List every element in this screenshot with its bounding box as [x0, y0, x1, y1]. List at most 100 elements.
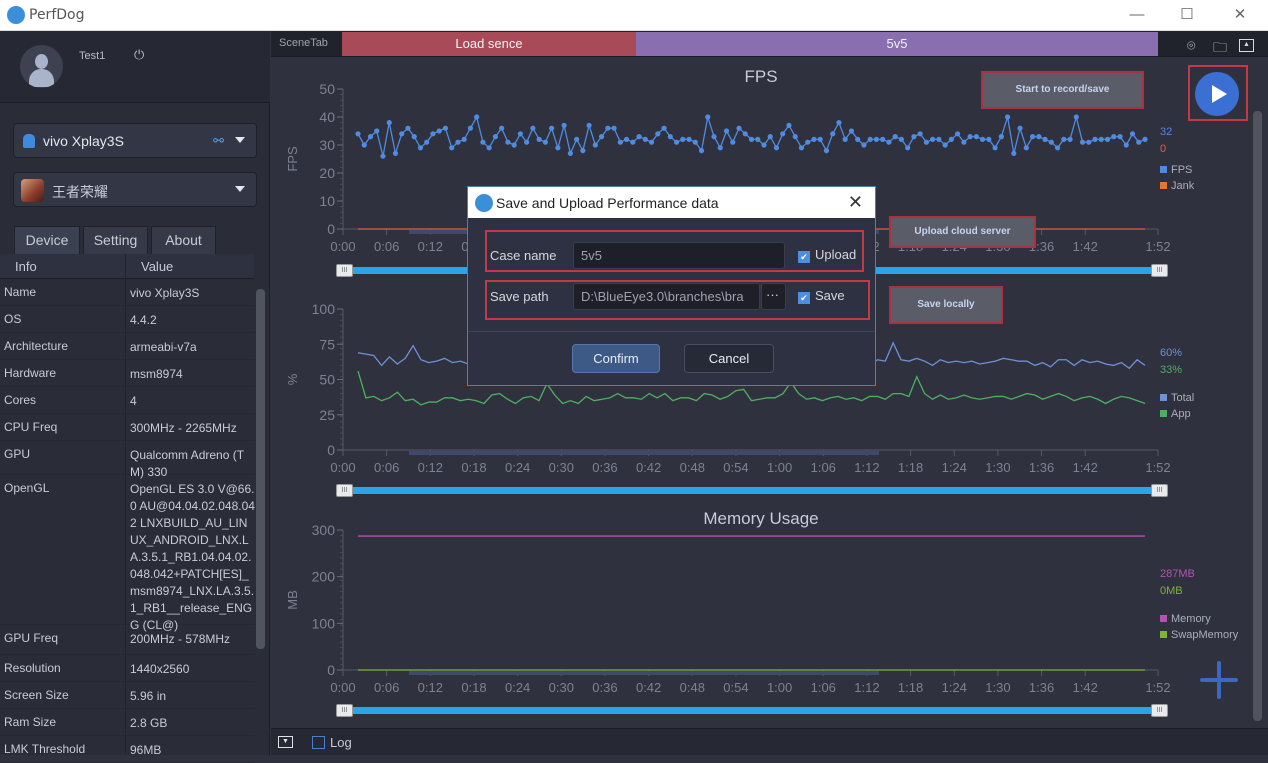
memory-range-track[interactable]: [345, 707, 1161, 714]
legend-label: Memory: [1171, 613, 1211, 625]
table-row[interactable]: Ram Size 2.8 GB: [0, 709, 254, 736]
legend-jank[interactable]: Jank: [1160, 180, 1194, 192]
table-header: Info Value: [0, 254, 254, 279]
table-row[interactable]: OS 4.4.2: [0, 306, 254, 333]
data-point: [480, 139, 486, 145]
table-row[interactable]: GPU Qualcomm Adreno (TM) 330: [0, 441, 254, 479]
table-row[interactable]: Architecture armeabi-v7a: [0, 333, 254, 360]
table-row[interactable]: CPU Freq 300MHz - 2265MHz: [0, 414, 254, 441]
upload-checkbox[interactable]: ✔ Upload: [798, 247, 856, 263]
sidebar-scrollbar[interactable]: [256, 289, 265, 649]
data-point: [730, 139, 736, 145]
table-row[interactable]: Cores 4: [0, 387, 254, 414]
table-row[interactable]: Hardware msm8974: [0, 360, 254, 387]
save-checkbox[interactable]: ✔ Save: [798, 288, 845, 304]
tab-about[interactable]: About: [151, 226, 216, 254]
data-point: [680, 136, 686, 142]
scrollbar-thumb[interactable]: [1253, 111, 1262, 721]
avatar[interactable]: [20, 45, 63, 88]
y-tick-label: 30: [319, 137, 335, 153]
fps-range-end-handle[interactable]: III: [1151, 264, 1168, 277]
x-tick-label: 0:54: [723, 680, 748, 695]
table-row[interactable]: Resolution 1440x2560: [0, 655, 254, 682]
data-point: [861, 142, 867, 148]
x-tick-label: 0:24: [505, 680, 530, 695]
x-tick-label: 1:06: [811, 460, 836, 475]
data-point: [561, 122, 567, 128]
legend-total[interactable]: Total: [1160, 392, 1194, 404]
window-title: PerfDog: [29, 7, 85, 23]
memory-range-end-handle[interactable]: III: [1151, 704, 1168, 717]
x-tick-label: 1:06: [811, 680, 836, 695]
info-value: vivo Xplay3S: [130, 286, 200, 300]
data-point: [461, 136, 467, 142]
main-scrollbar[interactable]: [1252, 71, 1264, 741]
case-name-label: Case name: [490, 248, 557, 263]
browse-button[interactable]: ···: [761, 283, 786, 310]
power-icon[interactable]: ⏻: [134, 47, 144, 63]
y-tick-label: 100: [312, 615, 336, 631]
table-row[interactable]: GPU Freq 200MHz - 578MHz: [0, 625, 254, 655]
table-row[interactable]: LMK Threshold 96MB: [0, 736, 254, 763]
data-point: [636, 134, 642, 140]
data-point: [374, 128, 380, 134]
data-point: [524, 139, 530, 145]
data-point: [823, 148, 830, 154]
x-tick-label: 1:36: [1029, 680, 1054, 695]
data-point: [736, 125, 742, 131]
add-chart-icon[interactable]: [1200, 661, 1238, 699]
y-tick-label: 200: [312, 569, 336, 585]
data-point: [1136, 139, 1142, 145]
cpu-range-track[interactable]: [345, 487, 1161, 494]
save-path-input[interactable]: D:\BlueEye3.0\branches\bra: [573, 283, 760, 310]
info-value: OpenGL ES 3.0 V@66.0 AU@04.04.02.048.042…: [130, 482, 255, 632]
data-point: [717, 145, 723, 151]
dialog-close-icon[interactable]: ✕: [848, 192, 863, 213]
confirm-button[interactable]: Confirm: [572, 344, 660, 373]
data-point: [1067, 136, 1073, 142]
data-point: [936, 136, 942, 142]
maximize-button[interactable]: ☐: [1172, 4, 1202, 26]
table-row[interactable]: Name vivo Xplay3S: [0, 279, 254, 306]
data-point: [511, 142, 517, 148]
fps-range-start-handle[interactable]: III: [336, 264, 353, 277]
table-row[interactable]: OpenGL OpenGL ES 3.0 V@66.0 AU@04.04.02.0…: [0, 475, 255, 632]
cpu-range-start-handle[interactable]: III: [336, 484, 353, 497]
data-point: [780, 131, 786, 137]
cpu-range-end-handle[interactable]: III: [1151, 484, 1168, 497]
minimize-button[interactable]: —: [1122, 4, 1152, 26]
legend-memory[interactable]: Memory: [1160, 613, 1211, 625]
data-point: [1054, 145, 1061, 151]
cancel-button[interactable]: Cancel: [684, 344, 774, 373]
device-select[interactable]: vivo Xplay3S ⚯: [13, 123, 257, 158]
app-select[interactable]: 王者荣耀: [13, 172, 257, 207]
case-name-input[interactable]: 5v5: [573, 242, 785, 269]
data-point: [605, 125, 611, 131]
data-point: [417, 145, 424, 151]
data-point: [642, 136, 648, 142]
x-tick-label: 1:52: [1145, 460, 1170, 475]
legend-app[interactable]: App: [1160, 408, 1191, 420]
tab-device[interactable]: Device: [14, 226, 80, 254]
scene-band: [409, 671, 879, 675]
data-point: [549, 125, 555, 131]
data-point: [1042, 136, 1048, 142]
record-play-button[interactable]: [1195, 72, 1239, 116]
x-tick-label: 1:36: [1029, 460, 1054, 475]
upload-label: Upload: [815, 247, 857, 262]
legend-swatch: [1160, 166, 1167, 173]
tab-setting[interactable]: Setting: [83, 226, 148, 254]
legend-swapmemory[interactable]: SwapMemory: [1160, 629, 1238, 641]
data-point: [517, 131, 523, 137]
usb-link-icon[interactable]: ⚯: [213, 133, 224, 149]
table-row[interactable]: Screen Size 5.96 in: [0, 682, 254, 709]
collapse-toggle-icon[interactable]: ▼: [278, 736, 293, 748]
close-button[interactable]: ✕: [1225, 4, 1255, 26]
data-point: [455, 139, 461, 145]
memory-range-start-handle[interactable]: III: [336, 704, 353, 717]
log-checkbox[interactable]: [312, 736, 325, 749]
sidebar: Test1 ⏻ vivo Xplay3S ⚯ 王者荣耀 Device Setti…: [0, 31, 270, 763]
legend-fps[interactable]: FPS: [1160, 164, 1192, 176]
x-tick-label: 0:42: [636, 460, 661, 475]
y-tick-label: 25: [319, 407, 335, 423]
